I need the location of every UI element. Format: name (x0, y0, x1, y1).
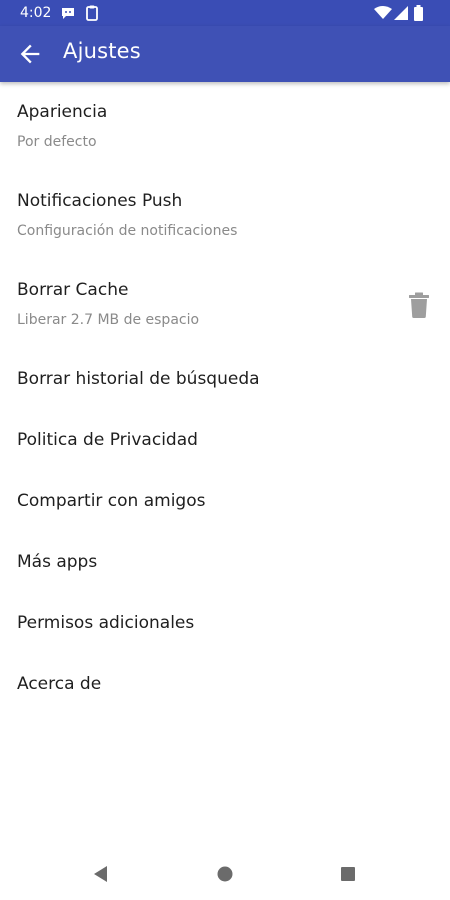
navigation-bar (0, 848, 450, 900)
chat-bubble-icon (60, 5, 76, 26)
status-bar: 4:02 (0, 0, 450, 26)
back-triangle-icon[interactable] (89, 862, 113, 886)
settings-item-title: Borrar Cache (17, 280, 129, 300)
settings-item-more-apps[interactable]: Más apps (0, 546, 450, 598)
settings-item-title: Más apps (17, 552, 98, 572)
recents-square-icon[interactable] (336, 862, 360, 886)
settings-item-title: Notificaciones Push (17, 191, 183, 211)
settings-item-additional-permissions[interactable]: Permisos adicionales (0, 607, 450, 659)
settings-item-appearance[interactable]: Apariencia Por defecto (0, 96, 450, 170)
settings-item-title: Compartir con amigos (17, 491, 206, 511)
settings-item-share[interactable]: Compartir con amigos (0, 485, 450, 537)
wifi-icon (374, 6, 392, 25)
trash-icon[interactable] (408, 292, 430, 318)
status-time: 4:02 (20, 5, 52, 21)
settings-item-about[interactable]: Acerca de (0, 668, 450, 720)
clipboard-icon (85, 5, 99, 26)
battery-icon (414, 5, 423, 26)
settings-item-subtitle: Configuración de notificaciones (17, 223, 238, 239)
page-title: Ajustes (63, 39, 141, 63)
settings-item-title: Permisos adicionales (17, 613, 195, 633)
settings-item-privacy-policy[interactable]: Politica de Privacidad (0, 424, 450, 476)
settings-item-title: Borrar historial de búsqueda (17, 369, 260, 389)
settings-item-clear-search-history[interactable]: Borrar historial de búsqueda (0, 363, 450, 415)
settings-item-title: Apariencia (17, 102, 108, 122)
home-circle-icon[interactable] (213, 862, 237, 886)
settings-item-push-notifications[interactable]: Notificaciones Push Configuración de not… (0, 185, 450, 259)
signal-icon (394, 6, 408, 25)
settings-item-subtitle: Por defecto (17, 134, 97, 150)
settings-item-clear-cache[interactable]: Borrar Cache Liberar 2.7 MB de espacio (0, 274, 450, 348)
arrow-back-icon[interactable] (16, 40, 44, 68)
settings-item-title: Politica de Privacidad (17, 430, 198, 450)
settings-item-subtitle: Liberar 2.7 MB de espacio (17, 312, 200, 328)
app-bar: Ajustes (0, 26, 450, 82)
settings-item-title: Acerca de (17, 674, 102, 694)
